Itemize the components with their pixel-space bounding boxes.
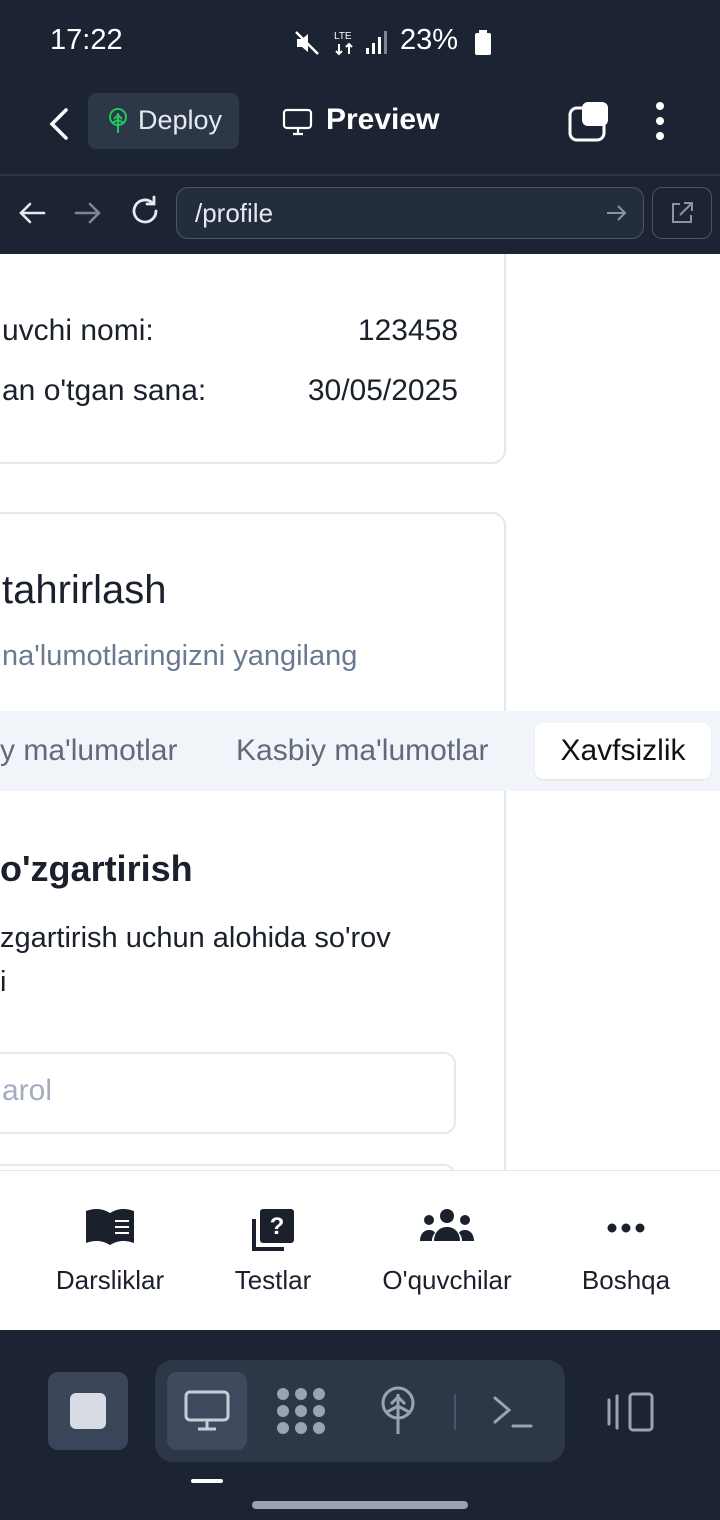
reload-icon[interactable] xyxy=(128,194,162,228)
nav-item-boshqa[interactable]: Boshqa xyxy=(570,1171,682,1331)
desktop-icon xyxy=(184,1390,230,1431)
tool-group xyxy=(155,1360,565,1462)
status-icons: LTE 23% xyxy=(295,22,720,64)
signal-icon xyxy=(366,31,387,54)
deploy-label: Deploy xyxy=(138,105,223,135)
status-time: 17:22 xyxy=(50,24,123,56)
tab-security[interactable]: Xavfsizlik xyxy=(535,723,711,779)
url-bar: /profile xyxy=(0,176,720,254)
monitor-icon xyxy=(282,108,313,136)
lte-icon: LTE xyxy=(334,31,353,56)
password-section-description: zgartirish uchun alohida so'rov i xyxy=(0,916,470,1004)
svg-text:LTE: LTE xyxy=(334,31,352,42)
status-bar: 17:22 LTE 23% xyxy=(0,0,720,84)
home-indicator[interactable] xyxy=(252,1501,468,1509)
back-chevron-icon[interactable] xyxy=(44,104,74,144)
tab-professional[interactable]: Kasbiy ma'lumotlar xyxy=(236,723,488,779)
go-arrow-icon[interactable] xyxy=(605,202,629,224)
svg-text:?: ? xyxy=(270,1213,285,1240)
open-external-button[interactable] xyxy=(652,187,712,239)
external-link-icon xyxy=(672,202,693,223)
nav-label: Testlar xyxy=(234,1265,312,1295)
quiz-icon: ? xyxy=(252,1209,294,1251)
dots-grid-icon[interactable] xyxy=(275,1386,327,1436)
stop-icon xyxy=(70,1393,106,1429)
password-input[interactable]: arol xyxy=(0,1052,456,1134)
terminal-icon[interactable] xyxy=(491,1392,533,1432)
url-input[interactable]: /profile xyxy=(176,187,644,239)
tabs-switcher-icon[interactable] xyxy=(568,100,612,144)
url-text: /profile xyxy=(195,198,274,228)
nav-item-oquvchilar[interactable]: O'quvchilar xyxy=(372,1171,522,1331)
book-icon xyxy=(86,1208,134,1245)
card-subtitle: na'lumotlaringizni yangilang xyxy=(2,640,358,672)
tab-personal[interactable]: y ma'lumotlar xyxy=(0,723,177,779)
bottom-navigation: Darsliklar ? Testlar O'quvchilar Boshqa xyxy=(0,1170,720,1331)
info-value-date: 30/05/2025 xyxy=(307,374,458,407)
browser-back-icon[interactable] xyxy=(16,198,48,228)
preview-label: Preview xyxy=(326,103,440,136)
mute-icon xyxy=(295,31,319,55)
profile-info-card: uvchi nomi: 123458 an o'tgan sana: 30/05… xyxy=(0,254,506,464)
stop-button[interactable] xyxy=(48,1372,128,1450)
battery-percent: 23% xyxy=(400,24,459,56)
browser-forward-icon[interactable] xyxy=(72,198,104,228)
password-placeholder: arol xyxy=(2,1074,53,1107)
nav-item-testlar[interactable]: ? Testlar xyxy=(214,1171,332,1331)
nav-item-darsliklar[interactable]: Darsliklar xyxy=(40,1171,180,1331)
app-header: Deploy Preview xyxy=(0,84,720,176)
profile-tabs: y ma'lumotlar Kasbiy ma'lumotlar Xavfsiz… xyxy=(0,711,720,791)
deploy-button[interactable]: Deploy xyxy=(88,93,239,149)
card-title: tahrirlash xyxy=(2,568,167,612)
desktop-button[interactable] xyxy=(167,1372,247,1450)
deploy-tree-icon xyxy=(109,108,127,133)
nav-label: O'quvchilar xyxy=(382,1265,512,1295)
description-line-2: i xyxy=(0,966,7,998)
nav-label: Boshqa xyxy=(581,1265,671,1295)
page-content: uvchi nomi: 123458 an o'tgan sana: 30/05… xyxy=(0,254,720,1170)
people-icon xyxy=(420,1209,474,1241)
description-line-1: zgartirish uchun alohida so'rov xyxy=(0,922,391,954)
preview-button[interactable]: Preview xyxy=(282,93,452,149)
deploy-tree-icon[interactable] xyxy=(377,1386,419,1436)
nav-label: Darsliklar xyxy=(55,1265,165,1295)
more-horizontal-icon xyxy=(607,1223,645,1233)
device-toggle-icon[interactable] xyxy=(604,1390,658,1434)
battery-icon xyxy=(475,30,491,55)
more-vertical-icon[interactable] xyxy=(648,100,672,144)
info-label-username: uvchi nomi: xyxy=(2,314,154,347)
dev-toolbar xyxy=(0,1330,720,1520)
info-value-username: 123458 xyxy=(357,314,458,347)
toolbar-divider xyxy=(454,1394,456,1430)
password-section-title: o'zgartirish xyxy=(0,848,193,889)
info-label-date: an o'tgan sana: xyxy=(2,374,207,407)
active-indicator xyxy=(191,1479,223,1483)
